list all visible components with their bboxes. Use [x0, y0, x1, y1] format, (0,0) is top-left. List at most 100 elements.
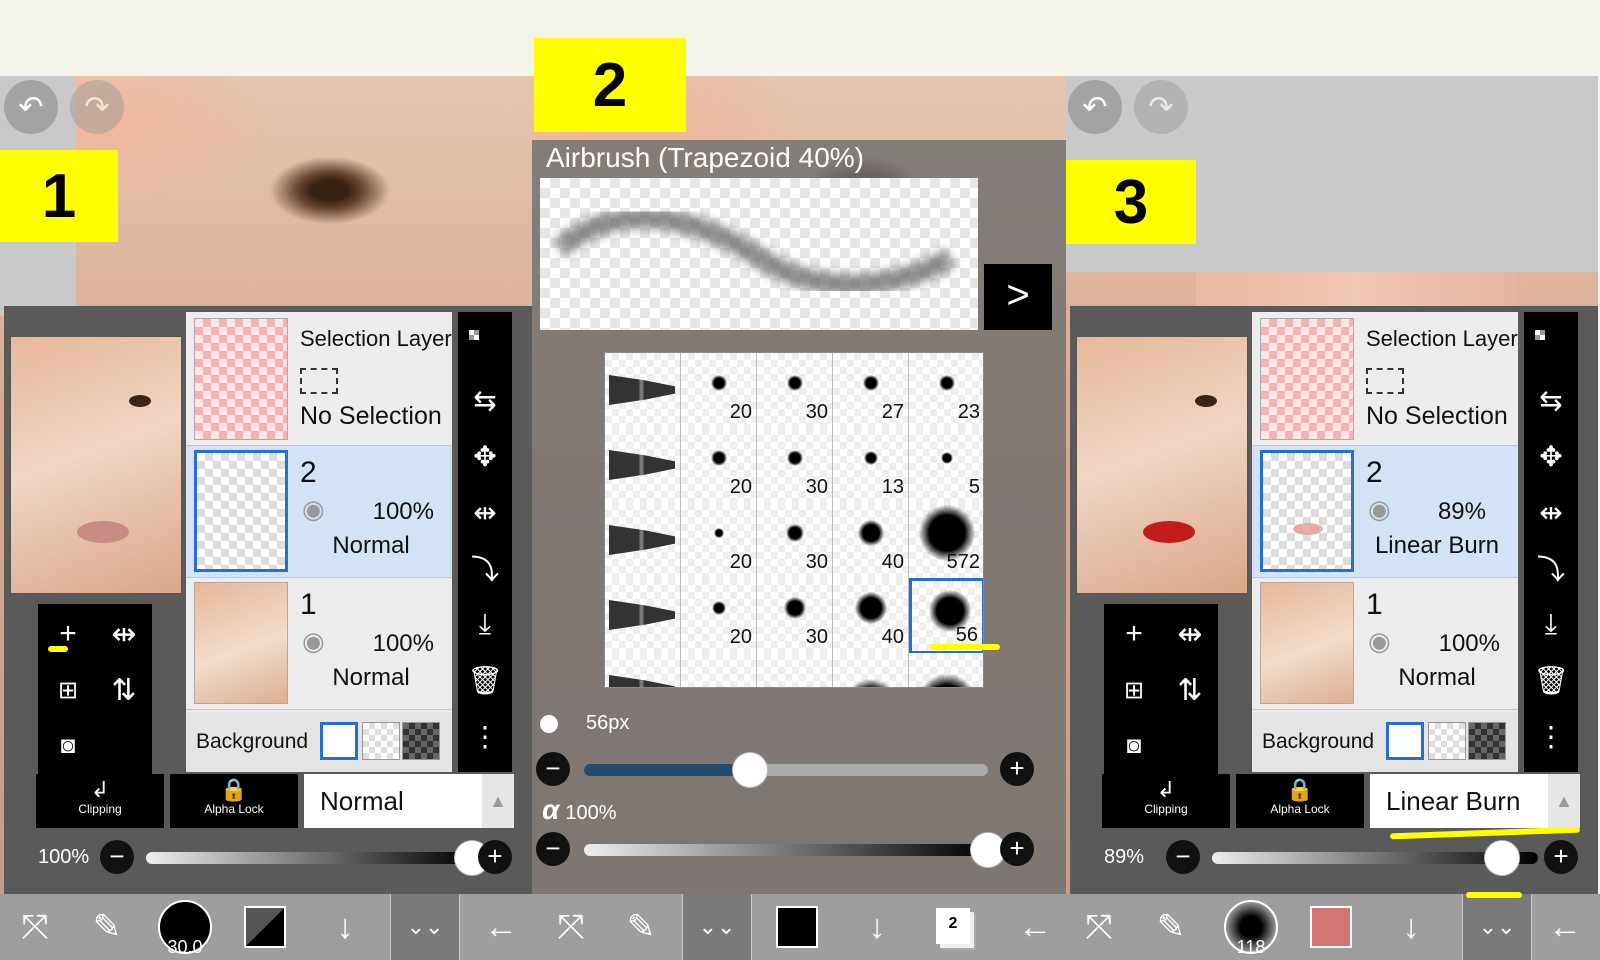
- brush-size-cell[interactable]: 40: [833, 503, 909, 579]
- brush-size-cell[interactable]: [833, 653, 909, 687]
- blend-mode-select[interactable]: Linear Burn: [1370, 774, 1548, 828]
- swap-layer-button[interactable]: ⇆: [458, 372, 512, 428]
- flip-button[interactable]: ⇹: [458, 484, 512, 540]
- alpha-plus-button[interactable]: +: [1000, 832, 1034, 866]
- clipping-button[interactable]: ↲ Clipping: [1102, 774, 1230, 828]
- transform-tool-button[interactable]: ⤧: [0, 894, 70, 960]
- flip-horizontal-button[interactable]: ⇹: [1164, 608, 1216, 660]
- brush-tool-button[interactable]: ✎: [606, 894, 676, 960]
- brush-tool-button[interactable]: ✎: [72, 894, 142, 960]
- brush-size-cell[interactable]: 20: [681, 353, 757, 429]
- brush-size-indicator[interactable]: 30.0: [158, 900, 212, 957]
- back-button[interactable]: ←: [466, 894, 536, 960]
- layer-row-1[interactable]: 1 ◉ 100% Normal: [186, 578, 452, 710]
- swap-layer-button[interactable]: ⇆: [1524, 372, 1578, 428]
- layer-row-2[interactable]: 2 ◉ 100% Normal: [186, 446, 452, 578]
- flip-vertical-button[interactable]: ⇅: [98, 664, 150, 716]
- brush-size-cell[interactable]: 5: [909, 428, 983, 504]
- layer-row-1[interactable]: 1 ◉ 100% Normal: [1252, 578, 1518, 710]
- brush-type-icon[interactable]: [605, 578, 681, 654]
- add-image-layer-button[interactable]: ⊞: [1108, 664, 1160, 716]
- more-options-button[interactable]: ⋮: [458, 708, 512, 764]
- rotate-button[interactable]: ⤵: [1524, 540, 1578, 596]
- eye-icon[interactable]: ◉: [302, 494, 325, 525]
- flip-horizontal-button[interactable]: ⇹: [98, 608, 150, 660]
- background-white-swatch[interactable]: [1386, 722, 1424, 760]
- brush-next-button[interactable]: >: [984, 264, 1052, 330]
- brush-size-cell[interactable]: 20: [681, 578, 757, 654]
- brush-size-cell[interactable]: 30: [757, 578, 833, 654]
- canvas-thumbnail[interactable]: [1076, 336, 1248, 594]
- camera-button[interactable]: ◙: [42, 720, 94, 772]
- color-swatch[interactable]: [776, 906, 818, 948]
- opacity-plus-button[interactable]: +: [478, 840, 512, 874]
- rotate-button[interactable]: ⤵: [458, 540, 512, 596]
- color-swatch[interactable]: [244, 906, 286, 948]
- brush-size-cell[interactable]: 20: [681, 503, 757, 579]
- merge-down-button[interactable]: ⤓: [1524, 596, 1578, 652]
- add-layer-button[interactable]: +: [1108, 608, 1160, 660]
- move-button[interactable]: ✥: [458, 428, 512, 484]
- canvas-thumbnail[interactable]: [10, 336, 182, 594]
- brush-size-cell[interactable]: 27: [833, 353, 909, 429]
- brush-size-cell[interactable]: [909, 653, 983, 687]
- alpha-lock-button[interactable]: 🔒 Alpha Lock: [170, 774, 298, 828]
- move-button[interactable]: ✥: [1524, 428, 1578, 484]
- brush-type-icon[interactable]: [605, 653, 681, 687]
- add-image-layer-button[interactable]: ⊞: [42, 664, 94, 716]
- delete-layer-button[interactable]: 🗑: [458, 652, 512, 708]
- down-arrow-button[interactable]: ↓: [310, 894, 380, 960]
- blend-mode-arrow-icon[interactable]: ▲: [1548, 774, 1580, 828]
- alpha-minus-button[interactable]: −: [536, 832, 570, 866]
- size-minus-button[interactable]: −: [536, 752, 570, 786]
- down-arrow-button[interactable]: ↓: [1376, 894, 1446, 960]
- alpha-lock-button[interactable]: 🔒 Alpha Lock: [1236, 774, 1364, 828]
- flip-vertical-button[interactable]: ⇅: [1164, 664, 1216, 716]
- back-button[interactable]: ←: [1530, 894, 1600, 960]
- camera-button[interactable]: ◙: [1108, 720, 1160, 772]
- brush-alpha-slider[interactable]: [584, 832, 1006, 868]
- brush-type-icon[interactable]: [605, 353, 681, 429]
- brush-size-indicator[interactable]: 118: [1224, 900, 1278, 957]
- back-button[interactable]: ←: [1000, 894, 1070, 960]
- background-transparent-swatch[interactable]: [362, 722, 400, 760]
- brush-size-cell[interactable]: 30: [757, 428, 833, 504]
- more-options-button[interactable]: ⋮: [1524, 708, 1578, 764]
- brush-size-cell[interactable]: 30: [757, 353, 833, 429]
- brush-size-cell[interactable]: 20: [681, 428, 757, 504]
- layer-row-2[interactable]: 2 ◉ 89% Linear Burn: [1252, 446, 1518, 578]
- brush-type-icon[interactable]: [605, 428, 681, 504]
- opacity-plus-button[interactable]: +: [1544, 840, 1578, 874]
- add-layer-button[interactable]: +: [42, 608, 94, 660]
- eye-icon[interactable]: ◉: [302, 626, 325, 657]
- layer-count-button[interactable]: 2: [936, 908, 970, 944]
- transparency-toggle[interactable]: [458, 316, 512, 372]
- undo-button[interactable]: ↶: [1068, 80, 1122, 134]
- clipping-button[interactable]: ↲ Clipping: [36, 774, 164, 828]
- background-dark-swatch[interactable]: [402, 722, 440, 760]
- flip-button[interactable]: ⇹: [1524, 484, 1578, 540]
- brush-size-cell[interactable]: 572: [909, 503, 983, 579]
- selection-layer-row[interactable]: Selection Layer No Selection: [1252, 312, 1518, 446]
- redo-button[interactable]: ↷: [1134, 80, 1188, 134]
- undo-button[interactable]: ↶: [4, 80, 58, 134]
- brush-size-cell[interactable]: 40: [833, 578, 909, 654]
- brush-size-knob[interactable]: [731, 752, 768, 788]
- opacity-slider[interactable]: [1212, 840, 1538, 876]
- opacity-slider-knob[interactable]: [1484, 840, 1521, 876]
- brush-size-cell[interactable]: 30: [757, 503, 833, 579]
- background-white-swatch[interactable]: [320, 722, 358, 760]
- brush-size-slider[interactable]: [584, 752, 988, 788]
- brush-type-icon[interactable]: [605, 503, 681, 579]
- opacity-minus-button[interactable]: −: [1166, 840, 1200, 874]
- brush-size-cell[interactable]: 56: [909, 578, 983, 654]
- brush-size-cell[interactable]: [681, 653, 757, 687]
- color-swatch[interactable]: [1310, 906, 1352, 948]
- opacity-slider[interactable]: [146, 840, 490, 876]
- background-dark-swatch[interactable]: [1468, 722, 1506, 760]
- delete-layer-button[interactable]: 🗑: [1524, 652, 1578, 708]
- transform-tool-button[interactable]: ⤧: [1064, 894, 1134, 960]
- opacity-minus-button[interactable]: −: [100, 840, 134, 874]
- brush-size-cell[interactable]: 23: [909, 353, 983, 429]
- background-transparent-swatch[interactable]: [1428, 722, 1466, 760]
